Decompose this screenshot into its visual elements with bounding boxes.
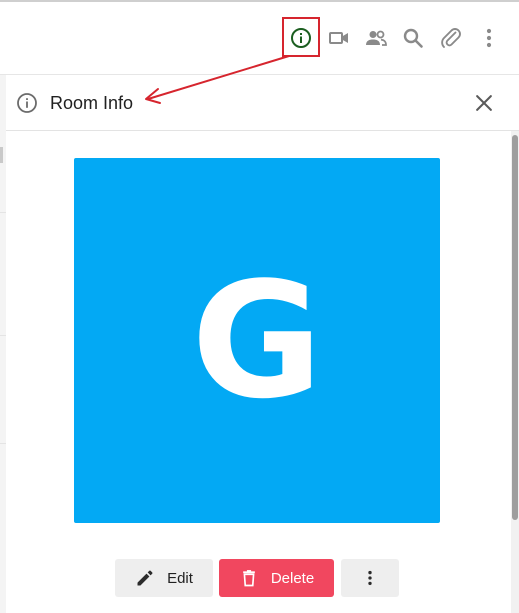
pencil-icon (137, 570, 153, 586)
message-list-marker (0, 147, 3, 163)
close-icon (476, 95, 492, 111)
video-call-button[interactable] (325, 24, 353, 52)
edit-button-label: Edit (167, 569, 193, 587)
room-info-button[interactable] (287, 24, 315, 52)
members-icon (366, 30, 387, 46)
trash-icon (242, 570, 255, 587)
close-panel-button[interactable] (470, 89, 498, 117)
delete-button[interactable]: Delete (219, 559, 334, 597)
delete-button-label: Delete (270, 569, 315, 587)
panel-scrollbar-thumb[interactable] (512, 135, 518, 520)
members-button[interactable] (362, 24, 390, 52)
room-avatar: G (74, 158, 440, 523)
attachment-icon (441, 28, 461, 48)
kebab-menu-icon (368, 570, 372, 586)
edit-button[interactable]: Edit (115, 559, 213, 597)
app-window: Room Info G Edit Delete (0, 0, 519, 613)
kebab-menu-icon (486, 28, 492, 48)
room-info-header: Room Info (6, 75, 519, 131)
room-avatar-initial: G (191, 246, 323, 434)
room-header-toolbar (0, 2, 519, 75)
room-info-panel: Room Info G Edit Delete (6, 75, 519, 613)
info-icon (291, 28, 311, 48)
more-actions-button[interactable] (341, 559, 399, 597)
video-call-icon (329, 32, 348, 44)
room-menu-button[interactable] (475, 24, 503, 52)
search-icon (403, 28, 423, 48)
attachments-button[interactable] (437, 24, 465, 52)
room-info-title: Room Info (50, 93, 134, 113)
info-icon (17, 93, 37, 113)
search-button[interactable] (399, 24, 427, 52)
